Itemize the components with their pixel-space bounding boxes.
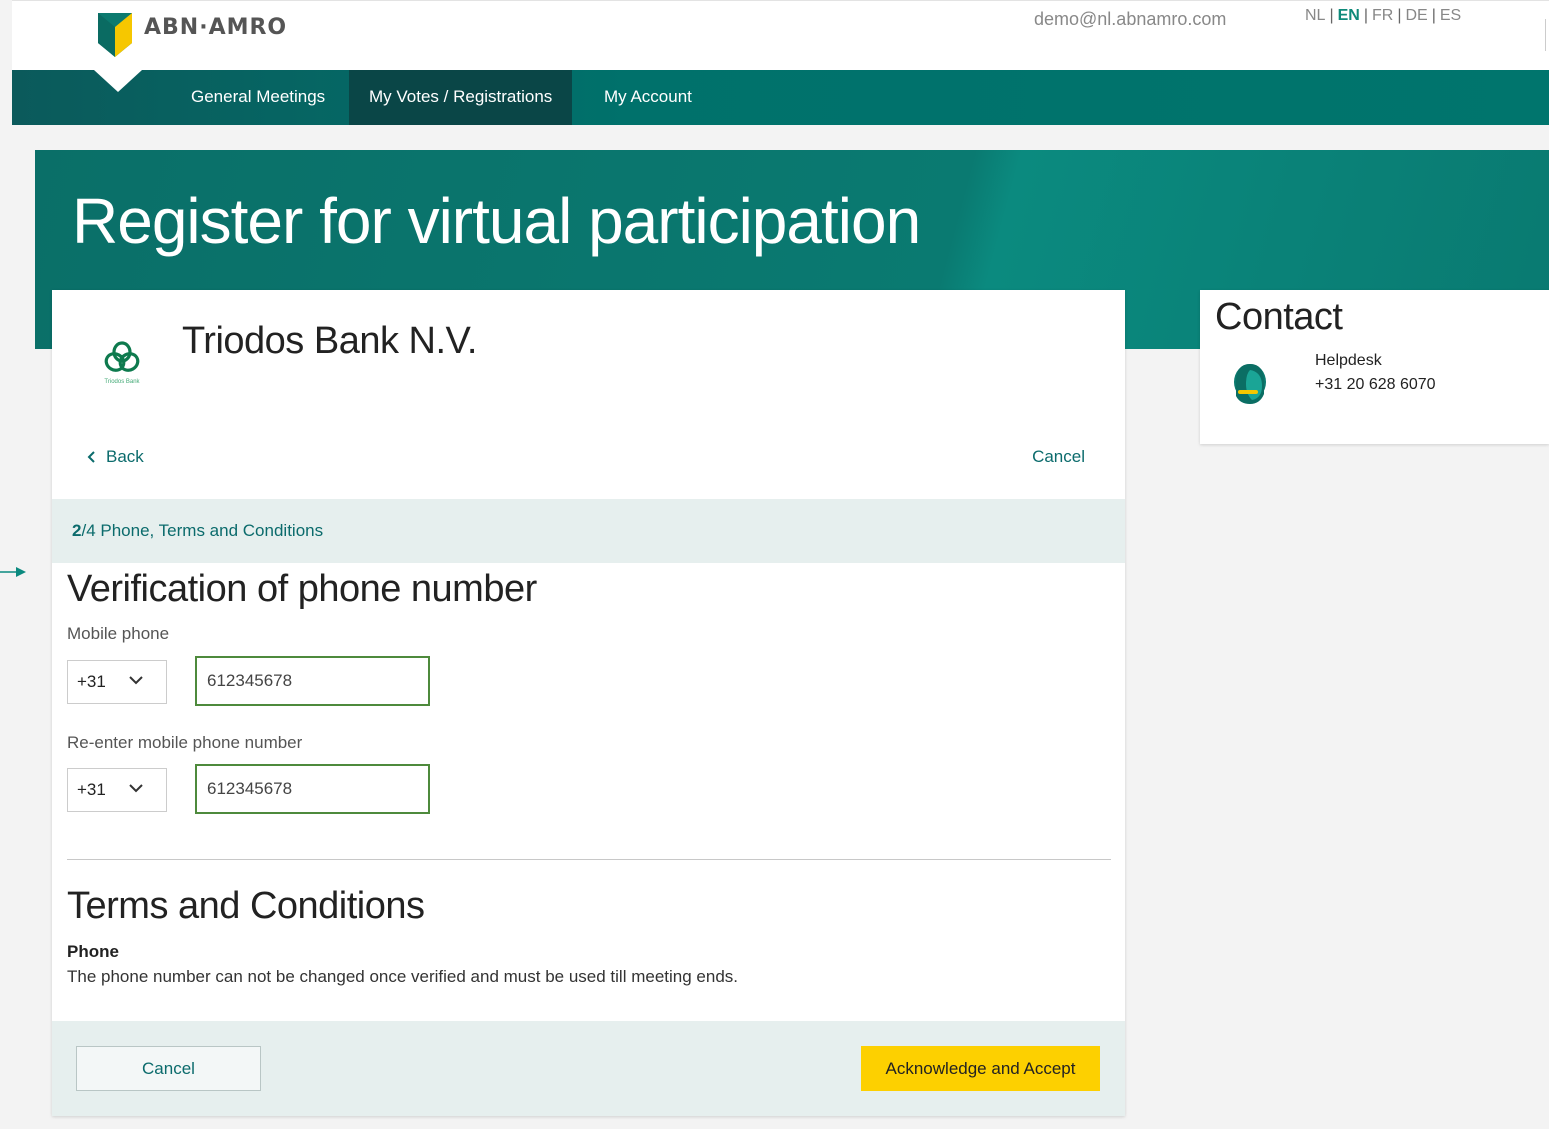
triodos-logo-icon	[104, 341, 140, 372]
nav-my-votes-registrations[interactable]: My Votes / Registrations	[349, 70, 573, 125]
lang-es[interactable]: ES	[1440, 7, 1461, 25]
lang-de[interactable]: DE	[1405, 7, 1427, 25]
step-title: Phone, Terms and Conditions	[100, 521, 324, 540]
lang-fr[interactable]: FR	[1372, 7, 1393, 25]
top-bar: ABN·AMRO demo@nl.abnamro.com NL | EN | F…	[12, 0, 1549, 70]
topbar-divider	[1545, 19, 1546, 51]
terms-text: The phone number can not be changed once…	[67, 967, 738, 986]
lang-en[interactable]: EN	[1338, 7, 1360, 25]
reenter-country-code-value: +31	[77, 780, 106, 799]
page-title: Register for virtual participation	[72, 185, 921, 257]
mobile-country-code-value: +31	[77, 672, 106, 691]
section-divider	[67, 859, 1111, 860]
reenter-phone-input[interactable]: 612345678	[195, 764, 430, 814]
cancel-link[interactable]: Cancel	[1032, 447, 1085, 467]
bank-logo: Triodos Bank	[92, 340, 152, 390]
nav-general-meetings[interactable]: General Meetings	[171, 70, 345, 125]
step-total: /4	[81, 521, 96, 540]
contact-card: Contact Helpdesk +31 20 628 6070	[1200, 290, 1549, 444]
bank-logo-caption: Triodos Bank	[104, 379, 140, 385]
verification-heading: Verification of phone number	[67, 568, 537, 610]
nav-notch	[94, 70, 142, 92]
brand-name: ABN·AMRO	[144, 15, 288, 40]
helpdesk-icon	[1234, 364, 1266, 404]
contact-phone[interactable]: +31 20 628 6070	[1315, 376, 1436, 394]
terms-heading: Terms and Conditions	[67, 885, 425, 927]
reenter-phone-label: Re-enter mobile phone number	[67, 733, 303, 752]
language-switcher: NL | EN | FR | DE | ES	[1305, 7, 1461, 25]
arrow-right-icon	[0, 567, 26, 577]
mobile-country-code-select[interactable]: +31	[67, 660, 167, 704]
acknowledge-accept-button[interactable]: Acknowledge and Accept	[861, 1046, 1100, 1091]
chevron-down-icon	[129, 784, 143, 793]
reenter-country-code-select[interactable]: +31	[67, 768, 167, 812]
terms-subheading: Phone	[67, 942, 119, 961]
back-label: Back	[106, 447, 144, 466]
contact-heading: Contact	[1215, 296, 1343, 338]
registration-card: Triodos Bank Triodos Bank N.V. Back Canc…	[52, 290, 1125, 1116]
lang-separator: |	[1329, 7, 1334, 24]
mobile-phone-input[interactable]: 612345678	[195, 656, 430, 706]
contact-label: Helpdesk	[1315, 352, 1382, 369]
lang-nl[interactable]: NL	[1305, 7, 1325, 25]
card-footer: Cancel Acknowledge and Accept	[52, 1021, 1125, 1116]
back-link[interactable]: Back	[86, 447, 144, 467]
chevron-down-icon	[129, 676, 143, 685]
lang-separator: |	[1397, 7, 1402, 24]
lang-separator: |	[1431, 7, 1436, 24]
abn-amro-shield-icon	[98, 13, 132, 57]
mobile-phone-label: Mobile phone	[67, 624, 170, 643]
abn-amro-logo[interactable]: ABN·AMRO	[98, 13, 287, 57]
lang-separator: |	[1363, 7, 1368, 24]
user-email: demo@nl.abnamro.com	[1034, 9, 1227, 29]
step-indicator: 2/4 Phone, Terms and Conditions	[52, 499, 1125, 563]
chevron-left-icon	[87, 451, 95, 463]
main-nav: General Meetings My Votes / Registration…	[12, 70, 1549, 125]
issuer-name: Triodos Bank N.V.	[182, 320, 477, 362]
nav-my-account[interactable]: My Account	[584, 70, 712, 125]
cancel-button[interactable]: Cancel	[76, 1046, 261, 1091]
